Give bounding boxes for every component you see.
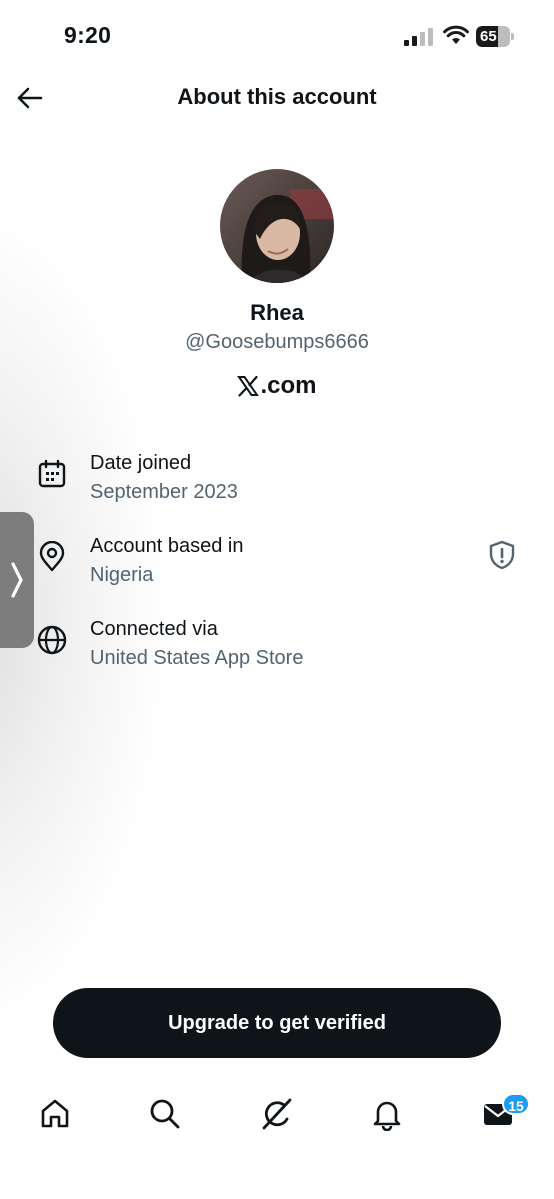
shield-icon[interactable] [486,539,518,571]
messages-badge: 15 [502,1093,530,1115]
info-row-date-joined: Date joined September 2023 [36,452,526,514]
notifications-bell-icon [373,1101,401,1131]
profile-name: Rhea [250,300,304,325]
x-logo-icon [237,375,260,397]
site-suffix: .com [260,372,317,399]
upgrade-verified-button[interactable]: Upgrade to get verified [53,988,501,1058]
side-drawer-handle[interactable] [0,512,34,648]
calendar-icon [38,459,66,488]
avatar[interactable] [220,169,334,283]
nav-home[interactable] [35,1094,75,1134]
nav-search[interactable] [145,1094,185,1134]
status-bar: 9:20 65 [0,0,554,70]
nav-grok[interactable] [257,1094,297,1134]
page-title: About this account [177,84,377,109]
status-time: 9:20 [64,22,112,48]
profile-handle: @Goosebumps6666 [185,331,369,353]
location-pin-icon [39,541,65,572]
wifi-icon [443,25,469,44]
battery-indicator: 65 [476,26,516,47]
nav-notifications[interactable] [367,1094,407,1134]
cellular-signal-icon [404,28,433,46]
chevron-right-icon [11,562,23,598]
home-icon [41,1099,69,1128]
site-label: .com [0,372,554,400]
info-value: United States App Store [90,647,304,669]
info-value: September 2023 [90,481,238,503]
info-label: Account based in [90,535,244,557]
globe-icon [37,625,67,655]
info-label: Date joined [90,452,192,474]
search-icon [150,1099,180,1129]
info-value: Nigeria [90,564,154,586]
grok-icon [262,1098,292,1130]
info-label: Connected via [90,618,218,640]
battery-level-text: 65 [480,28,497,45]
info-row-connected-via: Connected via United States App Store [36,618,526,680]
info-row-account-based-in: Account based in Nigeria [36,535,526,597]
